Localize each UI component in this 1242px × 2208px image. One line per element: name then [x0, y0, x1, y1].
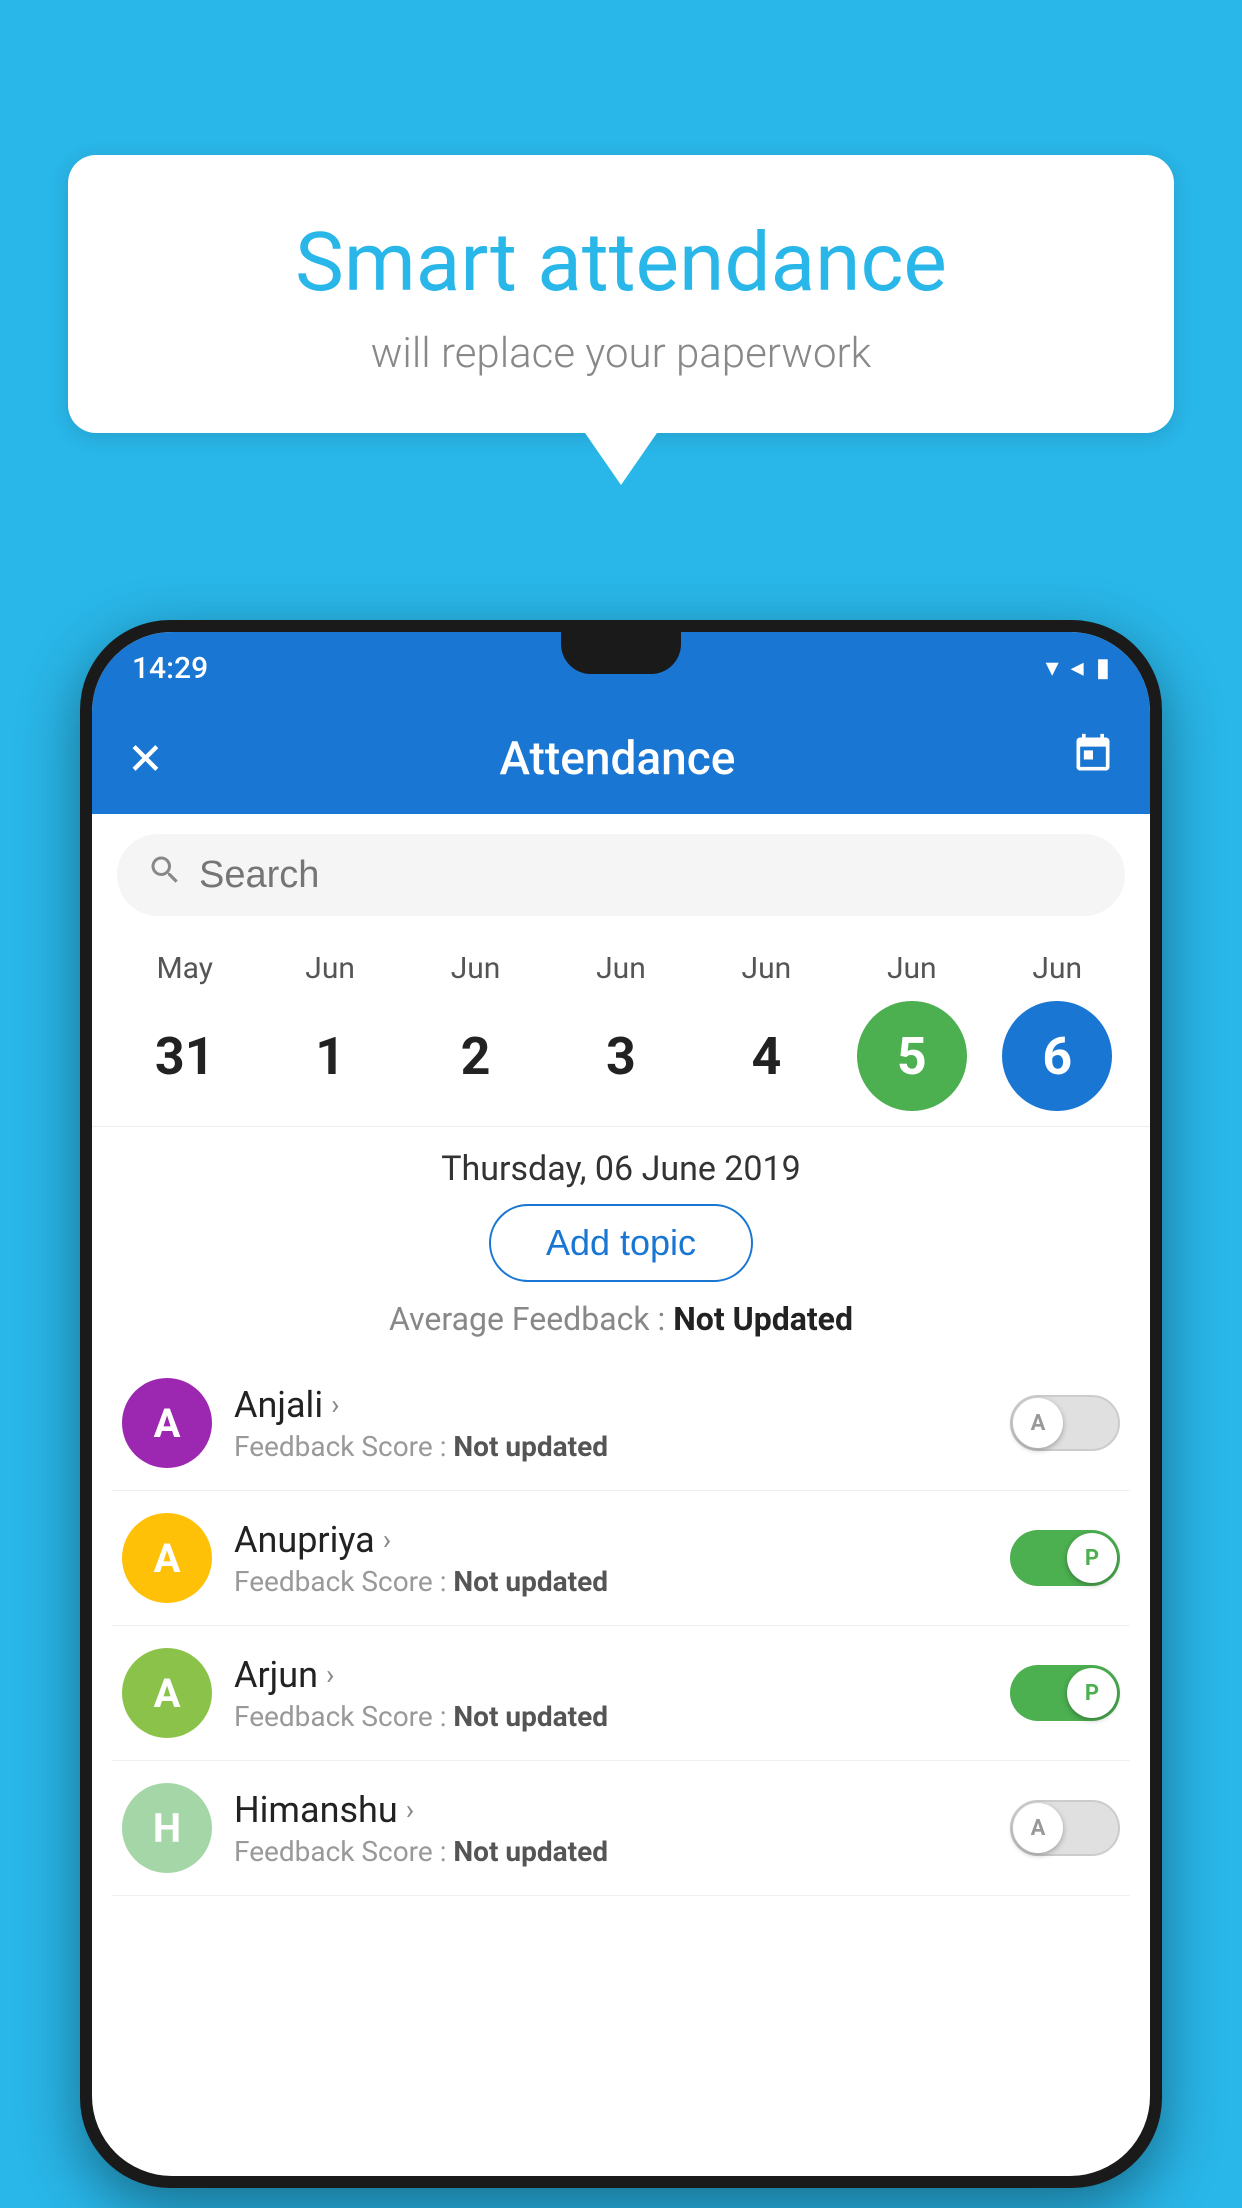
student-info-3: Himanshu › Feedback Score : Not updated [234, 1789, 988, 1868]
calendar-days[interactable]: 31123456 [92, 991, 1150, 1121]
calendar-month-6: Jun [992, 946, 1122, 991]
wifi-icon: ▾ [1046, 653, 1059, 683]
phone-frame: 14:29 ▾ ◂ ▮ ✕ Attendance [80, 620, 1162, 2188]
student-name-1[interactable]: Anupriya › [234, 1519, 988, 1561]
student-item-3[interactable]: H Himanshu › Feedback Score : Not update… [112, 1761, 1130, 1896]
student-item-0[interactable]: A Anjali › Feedback Score : Not updated … [112, 1356, 1130, 1491]
battery-icon: ▮ [1096, 653, 1110, 683]
student-name-2[interactable]: Arjun › [234, 1654, 988, 1696]
app-bar-title: Attendance [499, 732, 735, 786]
student-info-2: Arjun › Feedback Score : Not updated [234, 1654, 988, 1733]
calendar-strip: May Jun Jun Jun Jun Jun Jun 31123456 [92, 936, 1150, 1127]
attendance-toggle-2[interactable]: P [1010, 1665, 1120, 1721]
status-time: 14:29 [132, 651, 208, 686]
calendar-day-6[interactable]: 6 [992, 1001, 1122, 1111]
signal-icon: ◂ [1071, 653, 1084, 683]
student-feedback-2: Feedback Score : Not updated [234, 1700, 988, 1733]
student-item-1[interactable]: A Anupriya › Feedback Score : Not update… [112, 1491, 1130, 1626]
status-bar: 14:29 ▾ ◂ ▮ [92, 632, 1150, 704]
calendar-month-5: Jun [847, 946, 977, 991]
student-info-0: Anjali › Feedback Score : Not updated [234, 1384, 988, 1463]
speech-bubble-subtitle: will replace your paperwork [118, 329, 1124, 378]
avg-feedback-label: Average Feedback : [389, 1300, 665, 1338]
student-avatar-2: A [122, 1648, 212, 1738]
calendar-month-0: May [120, 946, 250, 991]
student-feedback-1: Feedback Score : Not updated [234, 1565, 988, 1598]
phone-inner: 14:29 ▾ ◂ ▮ ✕ Attendance [92, 632, 1150, 2176]
calendar-month-3: Jun [556, 946, 686, 991]
speech-bubble-container: Smart attendance will replace your paper… [68, 155, 1174, 433]
chevron-icon: › [406, 1793, 414, 1826]
close-icon[interactable]: ✕ [127, 733, 164, 785]
student-avatar-1: A [122, 1513, 212, 1603]
status-icons: ▾ ◂ ▮ [1046, 653, 1110, 683]
search-icon [147, 852, 183, 898]
search-input[interactable] [199, 854, 1095, 897]
chevron-icon: › [331, 1388, 339, 1421]
student-name-3[interactable]: Himanshu › [234, 1789, 988, 1831]
calendar-icon[interactable] [1071, 732, 1115, 787]
notch [561, 632, 681, 674]
calendar-day-4[interactable]: 4 [701, 1001, 831, 1111]
calendar-month-1: Jun [265, 946, 395, 991]
calendar-months: May Jun Jun Jun Jun Jun Jun [92, 946, 1150, 991]
calendar-day-0[interactable]: 31 [120, 1001, 250, 1111]
speech-bubble-title: Smart attendance [118, 215, 1124, 311]
student-avatar-0: A [122, 1378, 212, 1468]
student-info-1: Anupriya › Feedback Score : Not updated [234, 1519, 988, 1598]
app-bar: ✕ Attendance [92, 704, 1150, 814]
calendar-month-4: Jun [701, 946, 831, 991]
chevron-icon: › [326, 1658, 334, 1691]
student-feedback-0: Feedback Score : Not updated [234, 1430, 988, 1463]
student-list: A Anjali › Feedback Score : Not updated … [92, 1356, 1150, 1896]
student-feedback-3: Feedback Score : Not updated [234, 1835, 988, 1868]
selected-date: Thursday, 06 June 2019 [92, 1127, 1150, 1204]
calendar-day-1[interactable]: 1 [265, 1001, 395, 1111]
attendance-toggle-0[interactable]: A [1010, 1395, 1120, 1451]
chevron-icon: › [383, 1523, 391, 1556]
add-topic-button[interactable]: Add topic [489, 1204, 753, 1282]
calendar-day-2[interactable]: 2 [411, 1001, 541, 1111]
calendar-day-5[interactable]: 5 [847, 1001, 977, 1111]
calendar-day-3[interactable]: 3 [556, 1001, 686, 1111]
avg-feedback-value: Not Updated [673, 1300, 853, 1338]
attendance-toggle-1[interactable]: P [1010, 1530, 1120, 1586]
calendar-month-2: Jun [411, 946, 541, 991]
student-name-0[interactable]: Anjali › [234, 1384, 988, 1426]
attendance-toggle-3[interactable]: A [1010, 1800, 1120, 1856]
speech-bubble: Smart attendance will replace your paper… [68, 155, 1174, 433]
student-item-2[interactable]: A Arjun › Feedback Score : Not updated P [112, 1626, 1130, 1761]
search-bar[interactable] [117, 834, 1125, 916]
student-avatar-3: H [122, 1783, 212, 1873]
avg-feedback: Average Feedback : Not Updated [92, 1300, 1150, 1338]
